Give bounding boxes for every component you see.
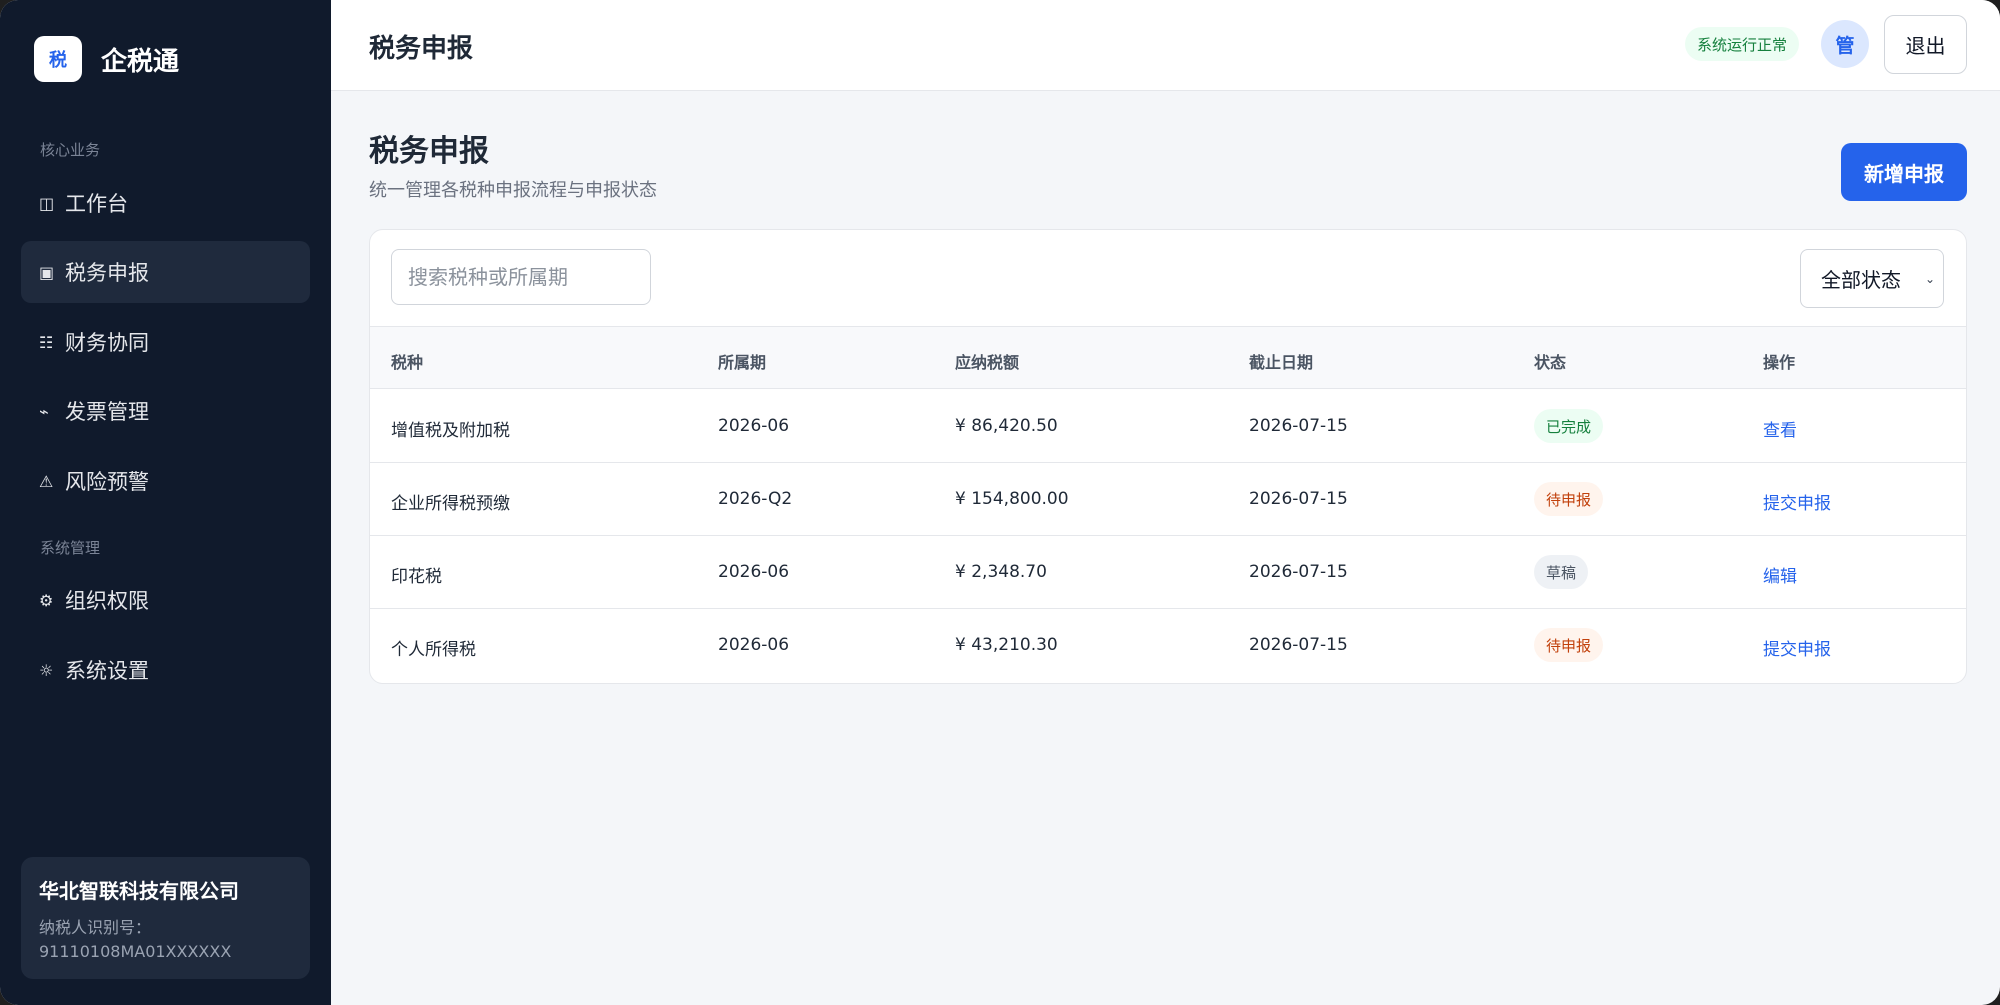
- warning-icon: ⚠: [39, 471, 54, 491]
- sidebar-item-label: 发票管理: [65, 400, 149, 424]
- cell-amount: ¥ 2,348.70: [955, 562, 1047, 582]
- sidebar-item-tax-filing[interactable]: ▣ 税务申报: [21, 241, 310, 303]
- cell-amount: ¥ 154,800.00: [955, 489, 1069, 509]
- cell-due: 2026-07-15: [1249, 635, 1348, 655]
- cell-type: 企业所得税预缴: [391, 494, 510, 514]
- app-window: 税 企税通 核心业务 ◫ 工作台 ▣ 税务申报 ☷ 财务协同 ⌁ 发票管理 ⚠ …: [0, 0, 2000, 1005]
- dashboard-icon: ◫: [39, 193, 55, 213]
- brand-logo: 税: [34, 36, 82, 82]
- sidebar: 税 企税通 核心业务 ◫ 工作台 ▣ 税务申报 ☷ 财务协同 ⌁ 发票管理 ⚠ …: [0, 0, 331, 1005]
- brand: 税 企税通: [34, 36, 179, 82]
- system-status-badge: 系统运行正常: [1685, 27, 1800, 61]
- sidebar-item-label: 系统设置: [65, 659, 149, 683]
- col-header-period: 所属期: [718, 353, 767, 372]
- sun-icon: ☼: [39, 660, 54, 680]
- cell-type: 个人所得税: [391, 640, 476, 660]
- cell-type: 增值税及附加税: [391, 421, 510, 441]
- cell-due: 2026-07-15: [1249, 489, 1348, 509]
- invoice-icon: ⌁: [39, 401, 49, 421]
- col-header-amount: 应纳税额: [955, 353, 1020, 372]
- company-tax-id: 纳税人识别号： 91110108MA01XXXXXX: [39, 916, 292, 964]
- table-row: 企业所得税预缴 2026-Q2 ¥ 154,800.00 2026-07-15 …: [370, 463, 1966, 536]
- status-filter-value: 全部状态: [1821, 268, 1901, 292]
- sidebar-item-label: 工作台: [65, 192, 128, 216]
- page-title: 税务申报: [369, 134, 489, 169]
- nav-section-core: 核心业务: [40, 141, 101, 159]
- logout-button[interactable]: 退出: [1884, 15, 1967, 74]
- sidebar-item-invoices[interactable]: ⌁ 发票管理: [21, 380, 310, 442]
- cell-period: 2026-06: [718, 562, 790, 582]
- topbar: 税务申报 系统运行正常 管 退出: [331, 0, 2000, 91]
- topbar-title: 税务申报: [369, 34, 474, 64]
- status-badge: 草稿: [1534, 555, 1589, 589]
- new-filing-button[interactable]: 新增申报: [1841, 143, 1967, 201]
- gear-icon: ⚙: [39, 590, 54, 610]
- search-input[interactable]: [391, 249, 651, 305]
- company-name: 华北智联科技有限公司: [39, 879, 239, 903]
- cell-due: 2026-07-15: [1249, 416, 1348, 436]
- sidebar-item-finance[interactable]: ☷ 财务协同: [21, 311, 310, 373]
- finance-icon: ☷: [39, 332, 54, 352]
- col-header-due: 截止日期: [1249, 353, 1314, 372]
- view-link[interactable]: 查看: [1763, 416, 1797, 441]
- table-row: 增值税及附加税 2026-06 ¥ 86,420.50 2026-07-15 已…: [370, 390, 1966, 463]
- col-header-type: 税种: [391, 353, 424, 372]
- sidebar-item-label: 财务协同: [65, 331, 149, 355]
- table-row: 印花税 2026-06 ¥ 2,348.70 2026-07-15 草稿 编辑: [370, 536, 1966, 609]
- chevron-down-icon: ⌄: [1924, 272, 1935, 286]
- page-subtitle: 统一管理各税种申报流程与申报状态: [369, 180, 657, 201]
- sidebar-item-label: 风险预警: [65, 470, 149, 494]
- filing-table-card: 全部状态 ⌄ 税种 所属期 应纳税额 截止日期 状态 操作 增值税及附加税 20…: [369, 229, 1967, 684]
- filing-icon: ▣: [39, 262, 55, 282]
- col-header-action: 操作: [1763, 353, 1796, 372]
- submit-filing-link[interactable]: 提交申报: [1763, 489, 1831, 514]
- edit-link[interactable]: 编辑: [1763, 562, 1797, 587]
- status-badge: 待申报: [1534, 482, 1604, 516]
- main-content: 税务申报 系统运行正常 管 退出 税务申报 统一管理各税种申报流程与申报状态 新…: [331, 0, 2000, 1005]
- sidebar-item-label: 组织权限: [65, 589, 149, 613]
- cell-period: 2026-Q2: [718, 489, 793, 509]
- sidebar-item-label: 税务申报: [65, 261, 149, 285]
- sidebar-item-settings[interactable]: ☼ 系统设置: [21, 639, 310, 701]
- tax-id-value: 91110108MA01XXXXXX: [39, 942, 232, 961]
- status-badge: 待申报: [1534, 628, 1604, 662]
- brand-name: 企税通: [101, 46, 180, 77]
- cell-amount: ¥ 43,210.30: [955, 635, 1058, 655]
- sidebar-item-risk[interactable]: ⚠ 风险预警: [21, 450, 310, 512]
- status-filter-select[interactable]: 全部状态 ⌄: [1800, 249, 1944, 308]
- cell-amount: ¥ 86,420.50: [955, 416, 1058, 436]
- nav-section-system: 系统管理: [40, 539, 101, 557]
- avatar[interactable]: 管: [1821, 20, 1869, 68]
- tax-id-label: 纳税人识别号：: [39, 918, 152, 937]
- col-header-status: 状态: [1534, 353, 1567, 372]
- table-header: 税种 所属期 应纳税额 截止日期 状态 操作: [370, 326, 1966, 389]
- sidebar-item-dashboard[interactable]: ◫ 工作台: [21, 172, 310, 234]
- cell-period: 2026-06: [718, 416, 790, 436]
- table-row: 个人所得税 2026-06 ¥ 43,210.30 2026-07-15 待申报…: [370, 609, 1966, 682]
- status-badge: 已完成: [1534, 409, 1604, 443]
- cell-due: 2026-07-15: [1249, 562, 1348, 582]
- submit-filing-link[interactable]: 提交申报: [1763, 635, 1831, 660]
- company-card: 华北智联科技有限公司 纳税人识别号： 91110108MA01XXXXXX: [21, 857, 310, 979]
- sidebar-item-org[interactable]: ⚙ 组织权限: [21, 569, 310, 631]
- cell-period: 2026-06: [718, 635, 790, 655]
- cell-type: 印花税: [391, 567, 442, 587]
